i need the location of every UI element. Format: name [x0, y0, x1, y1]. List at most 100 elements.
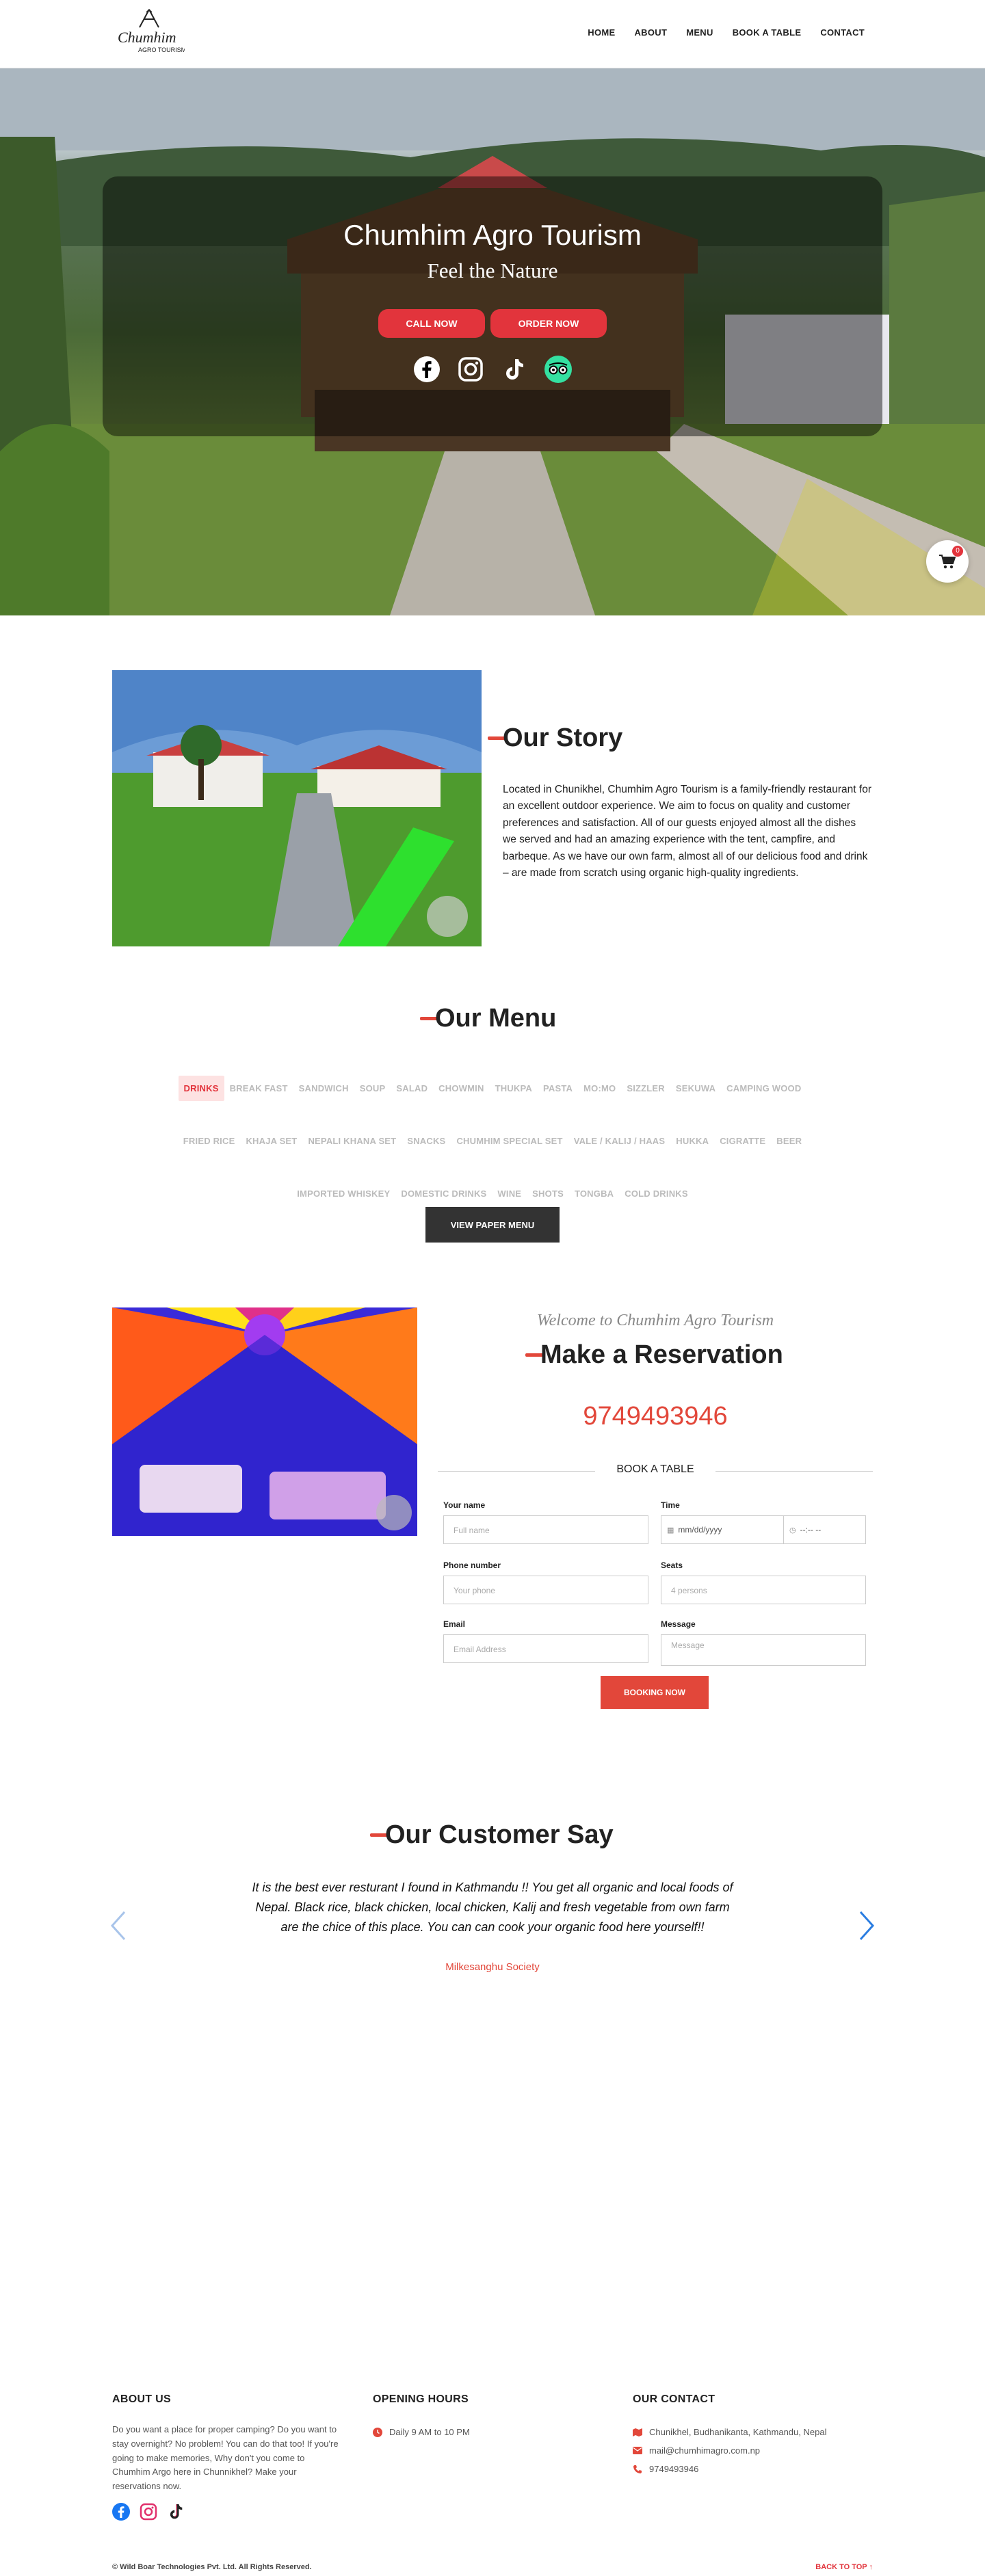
menu-category-tab[interactable]: COLD DRINKS [619, 1181, 693, 1206]
menu-category-tab[interactable]: MO:MO [578, 1076, 621, 1101]
menu-category-tab[interactable]: SALAD [391, 1076, 433, 1101]
reservation-welcome: Welcome to Chumhim Agro Tourism [536, 1312, 774, 1329]
order-now-button[interactable]: ORDER NOW [490, 309, 607, 338]
copyright: © Wild Boar Technologies Pvt. Ltd. All R… [112, 2563, 312, 2571]
booking-now-button[interactable]: BOOKING NOW [601, 1676, 709, 1709]
menu-category-tab[interactable]: KHAJA SET [240, 1128, 302, 1154]
seats-input[interactable]: 4 persons [661, 1576, 866, 1604]
reservation-image [112, 1307, 417, 1536]
message-field: Message Message [661, 1619, 866, 1666]
footer-address-row: Chunikhel, Budhanikanta, Kathmandu, Nepa… [633, 2427, 826, 2437]
menu-category-tab[interactable]: SOUP [354, 1076, 391, 1101]
menu-category-tab[interactable]: SANDWICH [293, 1076, 354, 1101]
facebook-icon[interactable] [413, 356, 441, 383]
name-input[interactable]: Full name [443, 1515, 648, 1544]
story-text: Located in Chunikhel, Chumhim Agro Touri… [503, 784, 872, 879]
book-a-table-label: BOOK A TABLE [616, 1463, 694, 1475]
hero-title: Chumhim Agro Tourism [343, 219, 642, 251]
menu-category-tab[interactable]: DRINKS [178, 1076, 224, 1101]
hero-subtitle: Feel the Nature [427, 258, 558, 282]
svg-text:Chumhim: Chumhim [118, 29, 176, 46]
carousel-prev-arrow-icon[interactable] [108, 1909, 129, 1942]
menu-category-tab[interactable]: CIGRATTE [714, 1128, 771, 1154]
nav-links: HOME ABOUT MENU BOOK A TABLE CONTACT [588, 27, 865, 38]
phone-input[interactable]: Your phone [443, 1576, 648, 1604]
phone-field: Phone number Your phone [443, 1561, 648, 1604]
menu-category-tab[interactable]: VALE / KALIJ / HAAS [568, 1128, 671, 1154]
envelope-icon [633, 2447, 642, 2454]
menu-category-tab[interactable]: WINE [492, 1181, 527, 1206]
nav-book-a-table[interactable]: BOOK A TABLE [733, 27, 802, 38]
menu-category-tab[interactable]: PASTA [538, 1076, 578, 1101]
map-icon [633, 2428, 642, 2436]
footer-phone-row: 9749493946 [633, 2464, 698, 2474]
menu-category-tab[interactable]: FRIED RICE [178, 1128, 241, 1154]
seats-label: Seats [661, 1561, 683, 1570]
facebook-icon[interactable] [112, 2503, 130, 2521]
menu-category-tab[interactable]: SEKUWA [670, 1076, 721, 1101]
menu-category-tab[interactable]: SHOTS [527, 1181, 569, 1206]
footer-address: Chunikhel, Budhanikanta, Kathmandu, Nepa… [649, 2427, 827, 2437]
menu-title: Our Menu [435, 1004, 557, 1033]
nav-contact[interactable]: CONTACT [820, 27, 865, 38]
seats-field: Seats 4 persons [661, 1561, 866, 1604]
menu-category-tab[interactable]: CHOWMIN [433, 1076, 489, 1101]
divider-right [715, 1471, 873, 1472]
menu-category-tab[interactable]: NEPALI KHANA SET [302, 1128, 402, 1154]
time-label: Time [661, 1500, 680, 1510]
menu-category-tab[interactable]: THUKPA [490, 1076, 538, 1101]
menu-category-tab[interactable]: SIZZLER [621, 1076, 670, 1101]
menu-category-tab[interactable]: TONGBA [569, 1181, 619, 1206]
cart-button[interactable]: 0 [926, 540, 969, 583]
time-input[interactable]: ◷ --:-- -- [784, 1515, 866, 1544]
datetime-inputs: ▦ mm/dd/yyyy ◷ --:-- -- [661, 1515, 866, 1544]
tiktok-icon[interactable] [501, 356, 528, 383]
footer-contact-title: OUR CONTACT [633, 2393, 715, 2405]
instagram-icon[interactable] [457, 356, 484, 383]
menu-category-tab[interactable]: HUKKA [670, 1128, 714, 1154]
hero-buttons: CALL NOW ORDER NOW [0, 309, 985, 338]
hero-section: Chumhim Agro Tourism Feel the Nature CAL… [0, 68, 985, 615]
hero-social-links [0, 356, 985, 383]
footer-phone[interactable]: 9749493946 [649, 2464, 698, 2474]
footer-about-text: Do you want a place for proper camping? … [112, 2424, 339, 2492]
story-image [112, 670, 482, 946]
reservation-phone[interactable]: 9749493946 [438, 1402, 873, 1431]
cart-icon [939, 555, 956, 569]
menu-category-tab[interactable]: DOMESTIC DRINKS [395, 1181, 492, 1206]
view-paper-menu-button[interactable]: VIEW PAPER MENU [425, 1207, 560, 1243]
testimonials-title: Our Customer Say [385, 1820, 614, 1849]
email-input[interactable]: Email Address [443, 1634, 648, 1663]
nav-home[interactable]: HOME [588, 27, 615, 38]
phone-icon [633, 2465, 642, 2473]
date-input[interactable]: ▦ mm/dd/yyyy [661, 1515, 784, 1544]
footer-social-links [112, 2503, 185, 2521]
menu-category-tab[interactable]: BREAK FAST [224, 1076, 293, 1101]
book-a-table-divider: BOOK A TABLE [438, 1458, 873, 1478]
carousel-next-arrow-icon[interactable] [856, 1909, 877, 1942]
instagram-icon[interactable] [140, 2503, 157, 2521]
footer-email-row: mail@chumhimagro.com.np [633, 2445, 760, 2456]
back-to-top-link[interactable]: BACK TO TOP ↑ [815, 2563, 873, 2571]
navbar: Chumhim AGRO TOURISM HOME ABOUT MENU BOO… [0, 0, 985, 68]
tiktok-icon[interactable] [167, 2503, 185, 2521]
footer-hours-text: Daily 9 AM to 10 PM [389, 2427, 470, 2437]
clock-icon: ◷ [789, 1526, 796, 1535]
footer-email[interactable]: mail@chumhimagro.com.np [649, 2445, 760, 2456]
menu-category-tab[interactable]: BEER [771, 1128, 807, 1154]
svg-text:AGRO TOURISM: AGRO TOURISM [138, 47, 185, 53]
menu-category-tab[interactable]: IMPORTED WHISKEY [291, 1181, 395, 1206]
menu-category-tab[interactable]: SNACKS [402, 1128, 451, 1154]
nav-about[interactable]: ABOUT [634, 27, 667, 38]
menu-category-tab[interactable]: CAMPING WOOD [721, 1076, 806, 1101]
nav-menu[interactable]: MENU [686, 27, 713, 38]
logo[interactable]: Chumhim AGRO TOURISM [114, 7, 186, 57]
message-input[interactable]: Message [661, 1634, 866, 1666]
tripadvisor-icon[interactable] [544, 356, 572, 383]
testimonial-quote: It is the best ever resturant I found in… [252, 1881, 733, 1934]
story-title: Our Story [503, 723, 623, 752]
name-field: Your name Full name [443, 1500, 648, 1544]
menu-category-tab[interactable]: CHUMHIM SPECIAL SET [451, 1128, 568, 1154]
testimonial-author: Milkesanghu Society [445, 1961, 540, 1973]
call-now-button[interactable]: CALL NOW [378, 309, 485, 338]
